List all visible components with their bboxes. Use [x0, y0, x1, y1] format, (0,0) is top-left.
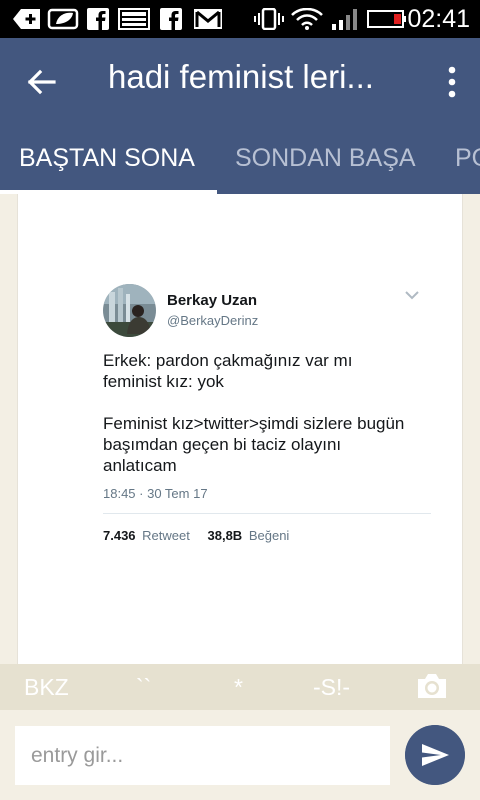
status-bar: 02:41 — [0, 0, 480, 38]
facebook-icon — [87, 8, 109, 30]
avatar — [103, 284, 156, 337]
like-label[interactable]: Beğeni — [249, 528, 289, 543]
facebook-icon — [160, 8, 182, 30]
like-count: 38,8B — [207, 528, 243, 543]
star-button[interactable]: * — [234, 674, 243, 701]
arrow-back-icon — [27, 69, 56, 95]
entry-compose-row — [0, 710, 480, 800]
gmail-icon — [194, 9, 222, 29]
tweet-line: feminist kız: yok — [103, 372, 224, 391]
tab-po[interactable]: PO — [455, 144, 480, 173]
more-options-button[interactable] — [444, 62, 460, 102]
tweet-text: Erkek: pardon çakmağınız var mı feminist… — [103, 350, 433, 476]
tweet-author-handle: @BerkayDerinz — [167, 313, 259, 328]
vibrate-icon — [254, 8, 284, 30]
retweet-count: 7.436 — [103, 528, 136, 543]
tab-bastan-sona[interactable]: BAŞTAN SONA — [19, 144, 195, 173]
tweet-timestamp[interactable]: 18:45 · 30 Tem 17 — [103, 486, 208, 501]
format-toolbar: BKZ `` * -S!- — [0, 664, 480, 710]
wifi-icon — [291, 8, 323, 30]
tab-sondan-basa[interactable]: SONDAN BAŞA — [235, 144, 416, 173]
tab-bar: BAŞTAN SONA SONDAN BAŞA PO — [0, 134, 480, 194]
entry-card: Berkay Uzan @BerkayDerinz Erkek: pardon … — [17, 194, 463, 664]
image-icon — [118, 8, 150, 30]
signal-icon — [332, 9, 357, 30]
battery-icon — [367, 10, 406, 28]
leaf-icon — [47, 8, 79, 30]
tweet-line: başımdan geçen bi taciz olayını — [103, 435, 342, 454]
entry-list[interactable]: Berkay Uzan @BerkayDerinz Erkek: pardon … — [0, 194, 480, 664]
tab-add-icon — [13, 9, 40, 29]
tweet-author-name: Berkay Uzan — [167, 292, 258, 309]
spoiler-button[interactable]: -S!- — [313, 674, 350, 701]
more-vert-icon — [448, 66, 456, 98]
retweet-label[interactable]: Retweet — [142, 528, 190, 543]
camera-icon — [418, 674, 446, 698]
entry-input[interactable] — [15, 726, 390, 785]
tweet-line-break — [103, 392, 433, 413]
page-title: hadi feminist leri... — [108, 58, 374, 95]
tweet-line: Erkek: pardon çakmağınız var mı — [103, 351, 353, 370]
app-bar: hadi feminist leri... BAŞTAN SONA SONDAN… — [0, 38, 480, 194]
bkz-button[interactable]: BKZ — [24, 674, 69, 701]
clock: 02:41 — [407, 5, 470, 33]
send-button[interactable] — [405, 725, 465, 785]
back-button[interactable] — [20, 60, 64, 104]
tweet-divider — [103, 513, 431, 514]
camera-button[interactable] — [416, 672, 448, 700]
tweet-line: Feminist kız>twitter>şimdi sizlere bugün — [103, 414, 405, 433]
tweet-line: anlatıcam — [103, 456, 177, 475]
quote-button[interactable]: `` — [136, 674, 151, 701]
chevron-down-icon[interactable] — [405, 290, 419, 300]
tweet-stats: 7.436 Retweet 38,8B Beğeni — [103, 528, 289, 543]
